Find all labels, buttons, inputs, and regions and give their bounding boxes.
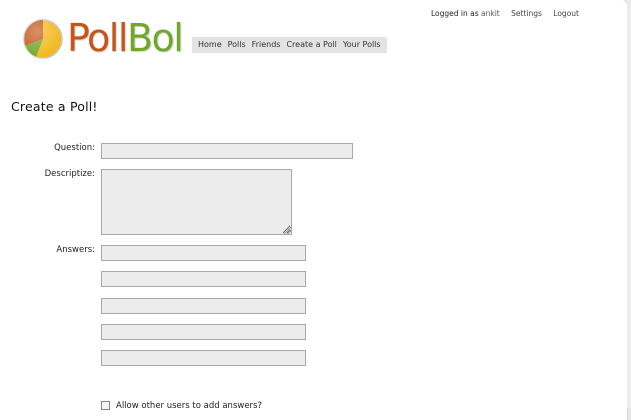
settings-link[interactable]: Settings — [511, 9, 542, 18]
answer-input-3[interactable] — [101, 298, 306, 314]
username: ankit — [481, 9, 500, 18]
answer-input-4[interactable] — [101, 324, 306, 340]
answer-input-5[interactable] — [101, 350, 306, 366]
logo-text: PollBol — [67, 16, 184, 60]
pie-chart-logo-icon — [23, 19, 63, 59]
allow-answers-label: Allow other users to add answers? — [116, 401, 262, 411]
answers-label: Answers: — [56, 245, 95, 255]
description-label: Descriptize: — [44, 169, 95, 179]
answer-input-1[interactable] — [101, 245, 306, 261]
nav-friends[interactable]: Friends — [249, 37, 284, 53]
page-container — [0, 0, 628, 420]
answer-input-2[interactable] — [101, 271, 306, 287]
logo-text-part2: Bol — [126, 16, 184, 60]
question-label: Question: — [54, 143, 95, 153]
allow-answers-checkbox[interactable] — [101, 401, 110, 410]
page-title: Create a Poll! — [11, 99, 98, 114]
question-input[interactable] — [101, 143, 353, 159]
description-textarea[interactable] — [101, 169, 292, 235]
logout-link[interactable]: Logout — [553, 9, 579, 18]
user-bar: Logged in as ankit Settings Logout — [431, 9, 579, 18]
main-nav: Home Polls Friends Create a Poll Your Po… — [192, 37, 387, 53]
logo-text-part1: Poll — [67, 16, 128, 60]
resize-handle-icon[interactable] — [284, 227, 291, 234]
nav-polls[interactable]: Polls — [225, 37, 249, 53]
logged-in-label: Logged in as — [431, 9, 479, 18]
nav-create-poll[interactable]: Create a Poll — [283, 37, 339, 53]
allow-answers-row[interactable]: Allow other users to add answers? — [101, 401, 262, 411]
nav-home[interactable]: Home — [195, 37, 225, 53]
nav-your-polls[interactable]: Your Polls — [340, 37, 384, 53]
window-edge — [627, 0, 631, 408]
